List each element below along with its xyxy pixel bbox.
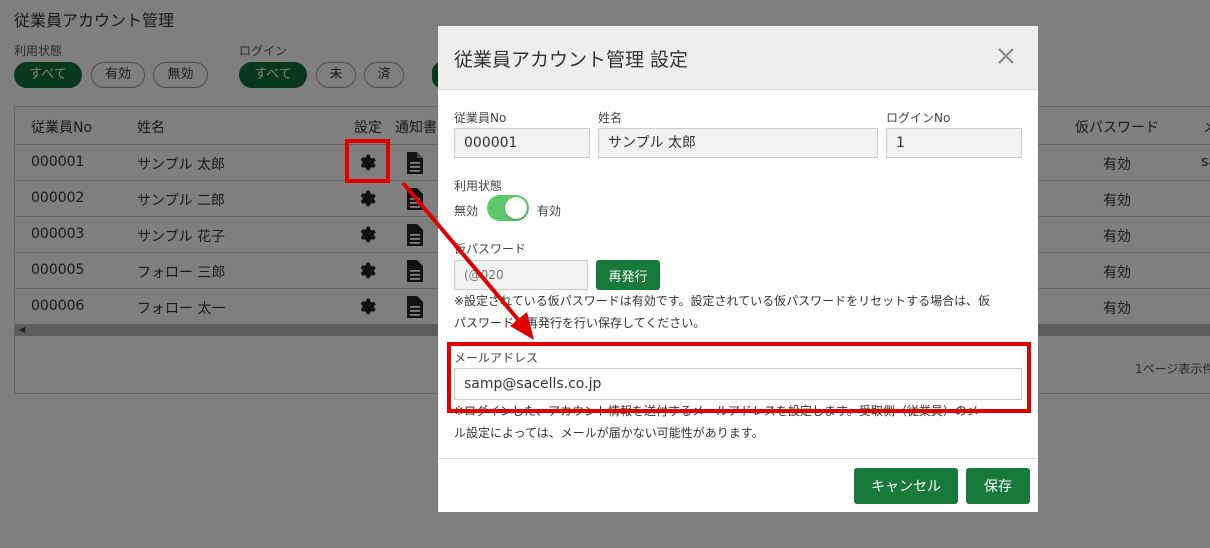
email-field-highlight (447, 342, 1031, 413)
modal-footer-divider (438, 458, 1038, 459)
status-on-label: 有効 (537, 204, 562, 218)
full-name-label: 姓名 (598, 111, 623, 125)
temp-password-note: ※設定されている仮パスワードは有効です。設定されている仮パスワードをリセットする… (454, 290, 1024, 334)
modal-title: 従業員アカウント管理 設定 (454, 49, 689, 71)
close-icon[interactable] (994, 44, 1018, 68)
settings-gear-highlight (345, 139, 390, 183)
employee-no-label: 従業員No (454, 111, 507, 125)
status-off-label: 無効 (454, 204, 479, 218)
cancel-button[interactable]: キャンセル (854, 468, 958, 504)
settings-modal: 従業員アカウント管理 設定 従業員No 000001 姓名 サンプル 太郎 ログ… (438, 26, 1038, 512)
temp-password-label: 仮パスワード (454, 242, 527, 256)
modal-header: 従業員アカウント管理 設定 (438, 26, 1038, 90)
email-note-line2: ル設定によっては、メールが届かない可能性があります。 (454, 426, 764, 440)
reissue-button[interactable]: 再発行 (596, 260, 660, 290)
employee-no-field: 000001 (454, 128, 590, 158)
login-no-label: ログインNo (886, 111, 951, 125)
temp-password-note-line1: ※設定されている仮パスワードは有効です。設定されている仮パスワードをリセットする… (454, 294, 991, 308)
toggle-knob (505, 197, 527, 219)
temp-password-note-line2: パスワードの再発行を行い保存してください。 (454, 316, 706, 330)
save-button[interactable]: 保存 (966, 468, 1030, 504)
full-name-field: サンプル 太郎 (598, 128, 878, 158)
temp-password-field: (@020 (454, 260, 588, 290)
login-no-field: 1 (886, 128, 1022, 158)
status-label: 利用状態 (454, 179, 503, 193)
status-toggle[interactable] (487, 195, 529, 221)
